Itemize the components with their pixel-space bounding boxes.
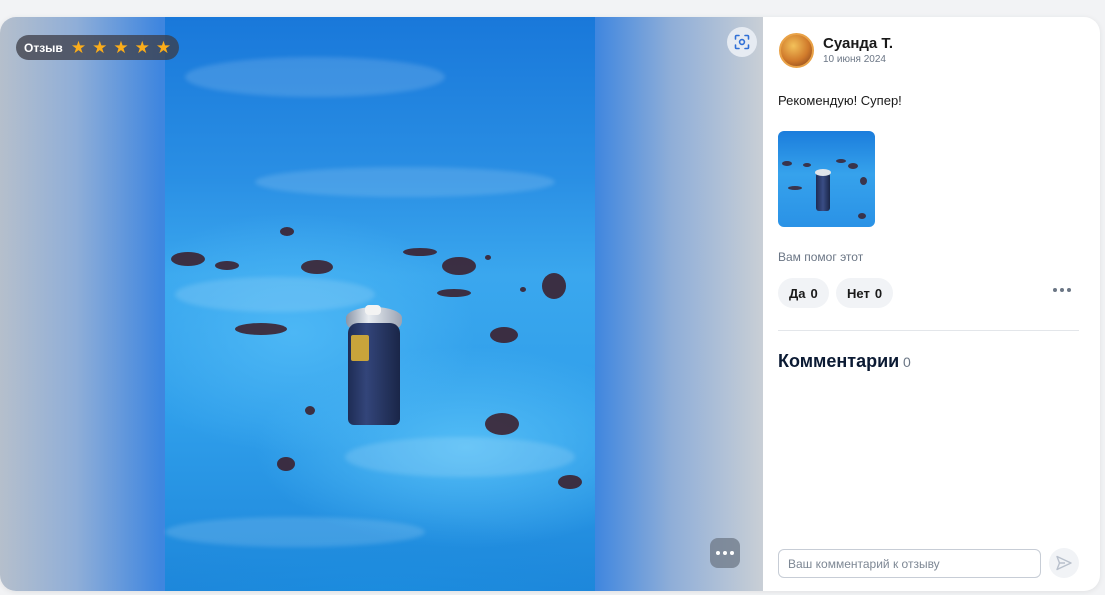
comments-title: Комментарии [778,351,900,371]
more-dots-icon [1053,288,1057,292]
review-photo-thumbnail[interactable] [778,131,875,227]
helpful-yes-count: 0 [810,285,818,301]
review-text: Рекомендую! Супер! [778,93,902,108]
helpful-yes-label: Да [789,285,806,301]
expand-icon [734,34,750,50]
star-icon: ★ [113,38,129,57]
helpful-no-count: 0 [874,285,883,301]
comment-input[interactable] [778,549,1041,578]
star-icon: ★ [134,38,150,57]
review-media-viewer[interactable]: Отзыв ★ ★ ★ ★ ★ [0,17,763,591]
star-icon: ★ [92,38,108,57]
review-rating-badge: Отзыв ★ ★ ★ ★ ★ [16,35,180,60]
avatar[interactable] [779,33,814,68]
spray-can-cap [365,305,381,315]
review-badge-label: Отзыв [24,40,63,55]
review-more-button[interactable] [1053,288,1071,292]
review-photo[interactable] [165,17,595,591]
divider [778,330,1079,331]
review-side-panel: Суанда Т. 10 июня 2024 Рекомендую! Супер… [763,17,1100,591]
helpful-no-label: Нет [847,285,870,301]
star-icon: ★ [155,38,172,57]
helpful-yes-button[interactable]: Да 0 [778,278,829,308]
media-more-button[interactable] [710,538,740,568]
send-button[interactable] [1049,548,1079,578]
review-card: Отзыв ★ ★ ★ ★ ★ Суанда Т. 10 июня 2024 Р… [0,17,1100,591]
more-dots-icon [716,551,720,555]
star-icon: ★ [70,38,87,57]
review-author[interactable]: Суанда Т. [823,35,893,52]
spray-can-label [351,335,369,361]
send-icon [1056,555,1072,571]
helpful-question: Вам помог этот [778,250,864,264]
helpful-no-button[interactable]: Нет 0 [836,278,894,308]
comments-count: 0 [903,354,911,370]
expand-button[interactable] [727,27,757,57]
review-date: 10 июня 2024 [823,54,886,65]
